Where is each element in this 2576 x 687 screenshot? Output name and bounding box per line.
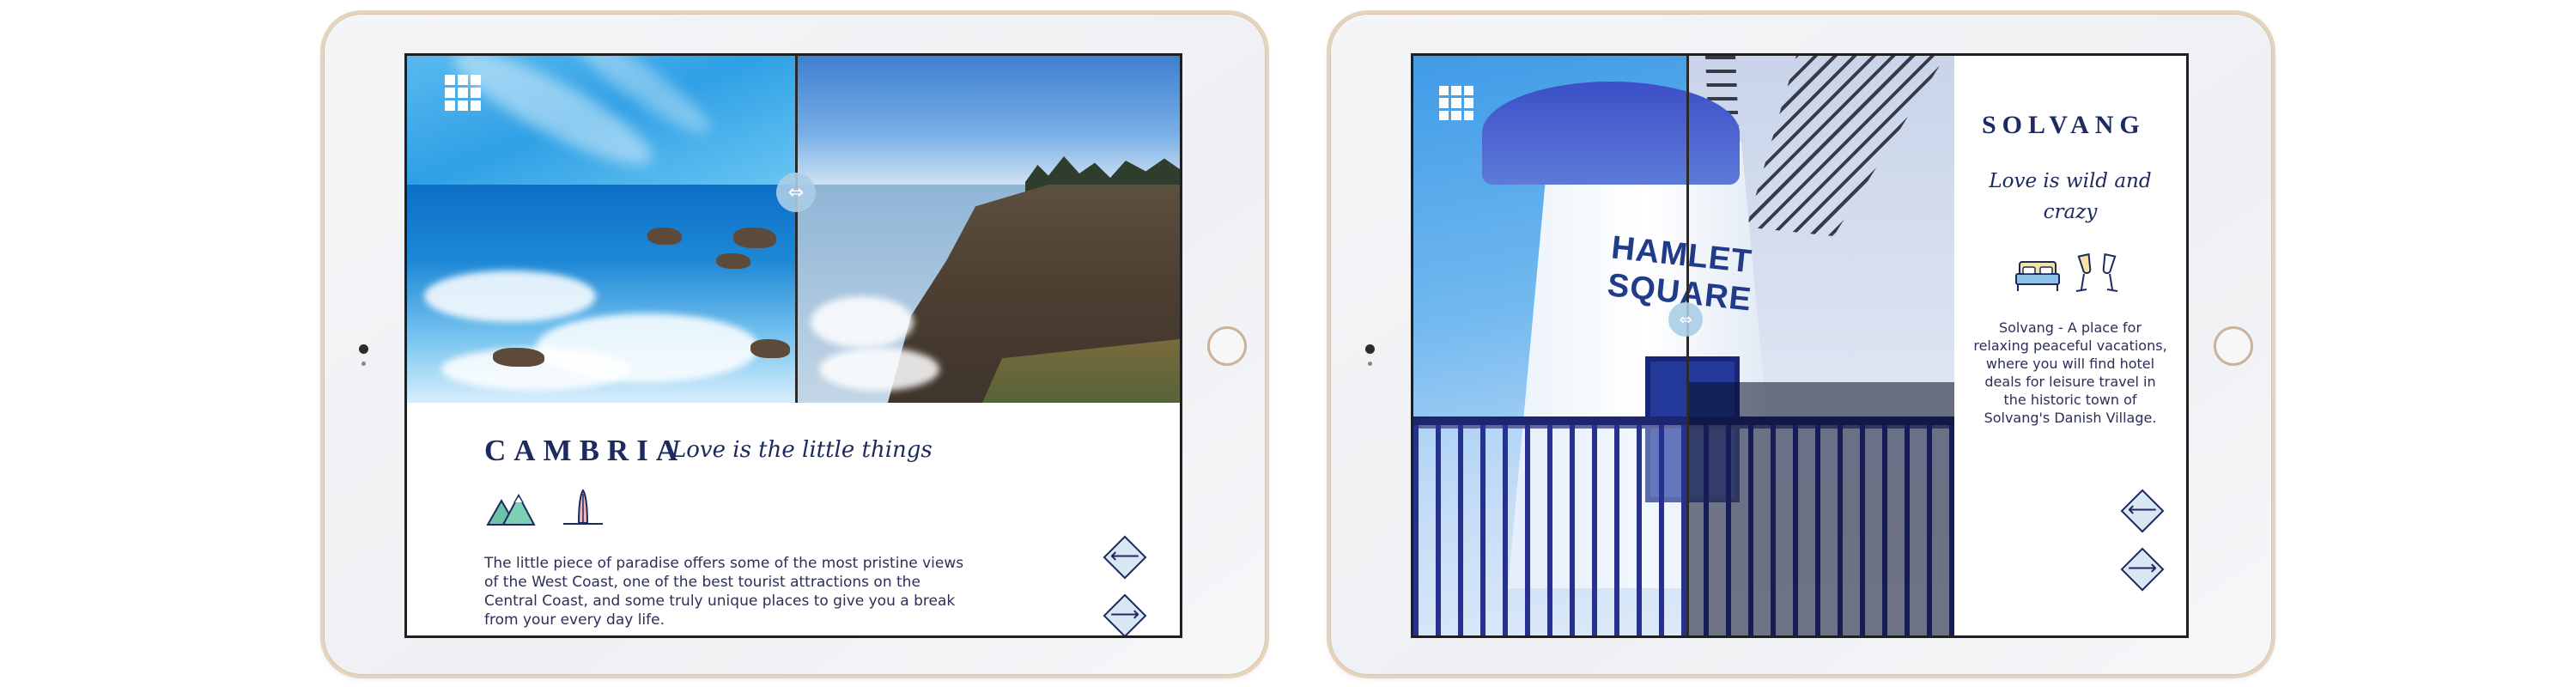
surfboard-icon	[562, 489, 605, 531]
double-arrow-icon: ⇔	[787, 181, 805, 204]
comparison-photo-solvang[interactable]: HAMLET SQUARE ⇔	[1413, 56, 1954, 635]
city-title: SOLVANG	[1982, 111, 2146, 139]
city-tagline: Love is wild and crazy	[1989, 170, 2152, 223]
comparison-photo-cambria[interactable]: ⇔	[407, 56, 1180, 403]
city-description: Solvang - A place for relaxing peaceful …	[1973, 319, 2167, 426]
home-button[interactable]	[2214, 326, 2253, 366]
comparison-divider[interactable]	[1686, 56, 1689, 635]
arrow-right-icon[interactable]: ⟶	[1109, 599, 1140, 629]
city-tagline: Love is the little things	[671, 437, 933, 463]
tablet-device-right: HAMLET SQUARE ⇔ SOLVANG Love is wild and…	[1327, 10, 2275, 678]
bed-icon	[2014, 255, 2061, 297]
destination-panel: SOLVANG Love is wild and crazy Solvang -…	[1954, 56, 2186, 635]
front-camera	[1365, 344, 1375, 354]
app-logo[interactable]	[1439, 86, 1473, 120]
comparison-divider[interactable]	[795, 56, 798, 403]
tablet-device-left: ⇔ CAMBRIA Love is the little things The …	[320, 10, 1269, 678]
city-description: The little piece of paradise offers some…	[484, 555, 964, 629]
app-logo[interactable]	[445, 75, 481, 111]
arrow-right-icon[interactable]: ⟶	[2127, 552, 2158, 583]
champagne-glasses-icon	[2075, 252, 2121, 299]
screen-solvang: HAMLET SQUARE ⇔ SOLVANG Love is wild and…	[1411, 53, 2189, 638]
front-camera	[359, 344, 368, 354]
mountains-icon	[486, 492, 536, 531]
comparison-slider-handle[interactable]: ⇔	[776, 173, 816, 212]
home-button[interactable]	[1207, 326, 1247, 366]
arrow-left-icon[interactable]: ⟵	[2127, 494, 2158, 525]
windmill-cap	[1482, 82, 1740, 185]
city-title: CAMBRIA	[484, 434, 686, 467]
arrow-left-icon[interactable]: ⟵	[1109, 540, 1140, 571]
ambient-sensor	[1368, 362, 1372, 366]
double-arrow-icon: ⇔	[1679, 310, 1692, 329]
ambient-sensor	[361, 362, 366, 366]
comparison-slider-handle[interactable]: ⇔	[1668, 302, 1703, 337]
screen-cambria: ⇔ CAMBRIA Love is the little things The …	[404, 53, 1182, 638]
destination-panel: CAMBRIA Love is the little things The li…	[407, 403, 1180, 635]
